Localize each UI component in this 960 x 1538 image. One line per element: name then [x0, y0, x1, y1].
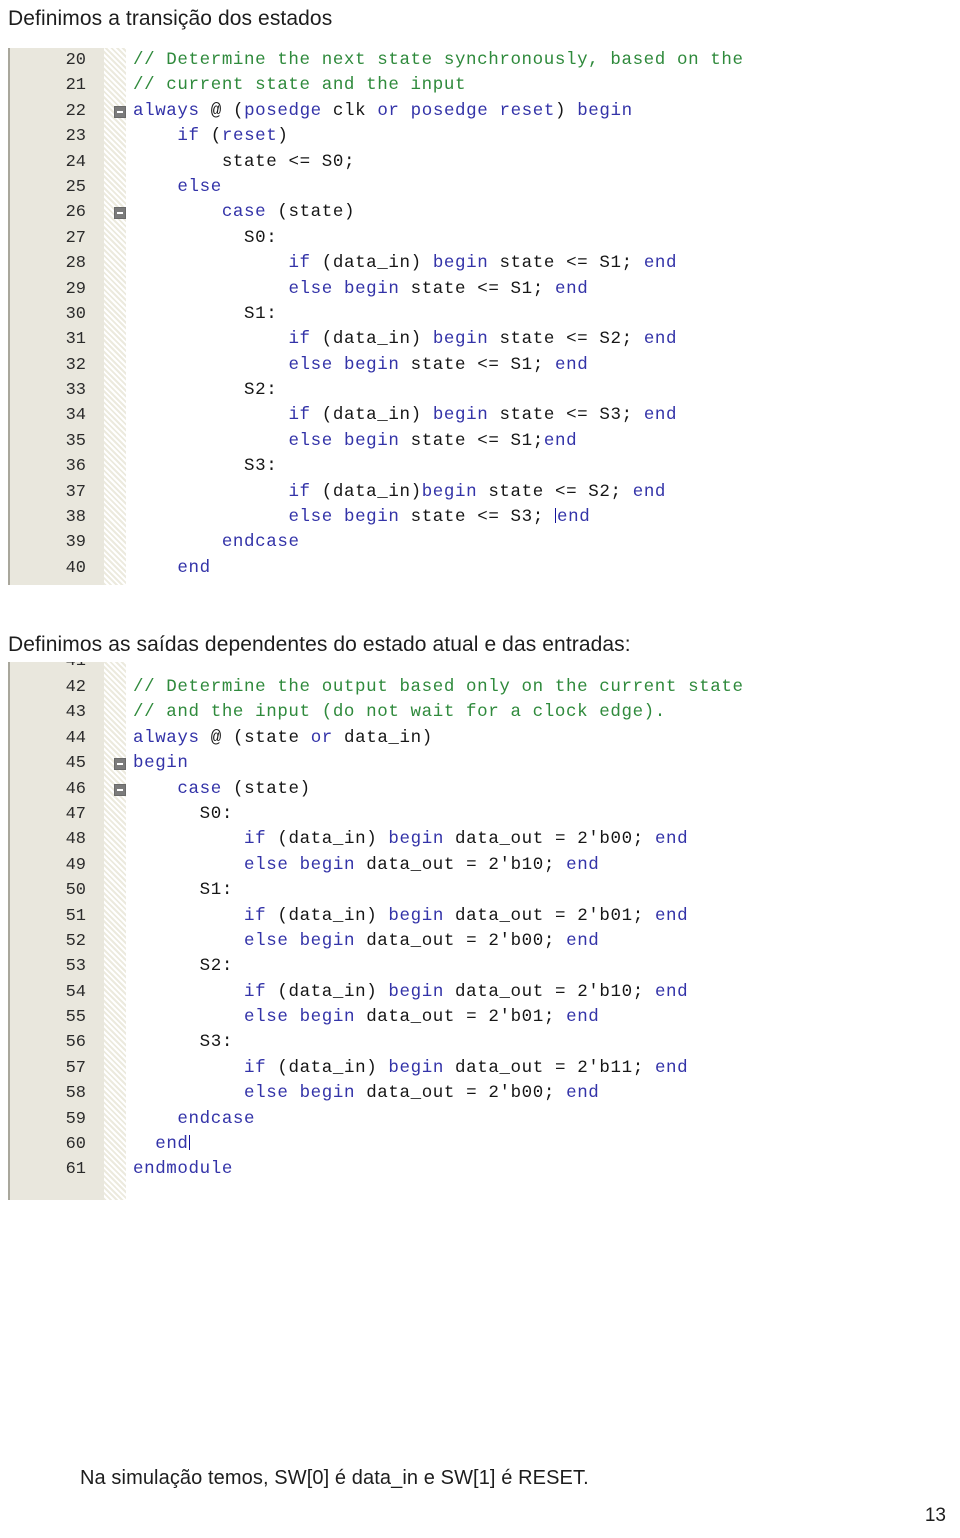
code-line: 29 else begin state <= S1; end [8, 277, 938, 302]
line-number: 23 [65, 127, 86, 147]
line-number: 28 [65, 254, 86, 274]
section-subtitle-outputs: Definimos as saídas dependentes do estad… [8, 633, 631, 656]
line-number: 49 [65, 855, 86, 875]
code-line: 30 S1: [8, 302, 938, 327]
code-screenshot-state-transition: 20// Determine the next state synchronou… [8, 48, 938, 585]
code-line: 58 else begin data_out = 2'b00; end [8, 1081, 938, 1106]
code-line: 52 else begin data_out = 2'b00; end [8, 929, 938, 954]
code-lines-container: 42// Determine the output based only on … [8, 675, 938, 1200]
code-line: 57 if (data_in) begin data_out = 2'b11; … [8, 1056, 938, 1081]
line-number: 35 [65, 431, 86, 451]
line-number: 26 [65, 203, 86, 223]
code-line: 25 else [8, 175, 938, 200]
line-number: 41 [8, 662, 86, 674]
code-fold-minus-icon[interactable] [114, 783, 126, 796]
code-line: 35 else begin state <= S1;end [8, 429, 938, 454]
line-number: 24 [65, 152, 86, 172]
code-line: 48 if (data_in) begin data_out = 2'b00; … [8, 827, 938, 852]
code-fold-minus-icon[interactable] [114, 105, 126, 118]
code-line: 46 case (state) [8, 777, 938, 802]
code-line: 21// current state and the input [8, 73, 938, 98]
code-line: 53 S2: [8, 954, 938, 979]
line-number: 27 [65, 228, 86, 248]
code-line: 23 if (reset) [8, 124, 938, 149]
code-screenshot-output-logic: 41 42// Determine the output based only … [8, 662, 938, 1200]
line-number: 37 [65, 482, 86, 502]
line-number: 57 [65, 1058, 86, 1078]
code-line: 56 S3: [8, 1030, 938, 1055]
code-line: 33 S2: [8, 378, 938, 403]
code-line: 42// Determine the output based only on … [8, 675, 938, 700]
line-number: 40 [65, 558, 86, 578]
line-number: 36 [65, 457, 86, 477]
line-number: 54 [65, 982, 86, 1002]
code-line: 36 S3: [8, 454, 938, 479]
line-number: 22 [65, 101, 86, 121]
line-number: 31 [65, 330, 86, 350]
line-number: 39 [65, 533, 86, 553]
line-number: 58 [65, 1084, 86, 1104]
code-line: 40 end [8, 556, 938, 581]
line-number: 59 [65, 1109, 86, 1129]
simulation-caption: Na simulação temos, SW[0] é data_in e SW… [80, 1467, 589, 1489]
clipped-line-41: 41 [8, 662, 938, 674]
page-title: Definimos a transição dos estados [8, 7, 333, 30]
line-number: 21 [65, 76, 86, 96]
code-line: 38 else begin state <= S3; end [8, 505, 938, 530]
page-number: 13 [924, 1505, 946, 1526]
code-line: 59 endcase [8, 1107, 938, 1132]
line-number: 25 [65, 177, 86, 197]
line-number: 55 [65, 1008, 86, 1028]
code-line: 27 S0: [8, 226, 938, 251]
line-number: 47 [65, 804, 86, 824]
code-line: 45 begin [8, 751, 938, 776]
code-line: 22 always @ (posedge clk or posedge reset… [8, 99, 938, 124]
line-number: 42 [65, 678, 86, 697]
line-number: 60 [65, 1135, 86, 1155]
line-number: 46 [65, 779, 86, 799]
code-lines-container: 20// Determine the next state synchronou… [8, 48, 938, 585]
line-number: 51 [65, 906, 86, 926]
code-line: 32 else begin state <= S1; end [8, 353, 938, 378]
line-number: 45 [65, 754, 86, 774]
line-number: 50 [65, 881, 86, 901]
line-number: 34 [65, 406, 86, 426]
code-fold-minus-icon[interactable] [114, 207, 126, 220]
code-line: 26 case (state) [8, 200, 938, 225]
code-line: 28 if (data_in) begin state <= S1; end [8, 251, 938, 276]
line-number: 43 [65, 703, 86, 723]
code-line: 51 if (data_in) begin data_out = 2'b01; … [8, 904, 938, 929]
code-line: 31 if (data_in) begin state <= S2; end [8, 327, 938, 352]
code-line: 34 if (data_in) begin state <= S3; end [8, 403, 938, 428]
code-line: 61 endmodule [8, 1157, 938, 1182]
line-number: 29 [65, 279, 86, 299]
code-line: 44 always @ (state or data_in) [8, 726, 938, 751]
code-fold-minus-icon[interactable] [114, 758, 126, 771]
line-number: 20 [65, 51, 86, 70]
line-number: 53 [65, 957, 86, 977]
code-line: 24 state <= S0; [8, 150, 938, 175]
line-number: 32 [65, 355, 86, 375]
line-number: 61 [65, 1160, 86, 1180]
line-number: 56 [65, 1033, 86, 1053]
code-line: 39 endcase [8, 530, 938, 555]
line-number: 48 [65, 830, 86, 850]
code-line: 54 if (data_in) begin data_out = 2'b10; … [8, 980, 938, 1005]
code-line: 50 S1: [8, 878, 938, 903]
code-line: 43// and the input (do not wait for a cl… [8, 700, 938, 725]
code-line: 60 end [8, 1132, 938, 1157]
line-number: 33 [65, 381, 86, 401]
code-line: 37 if (data_in)begin state <= S2; end [8, 480, 938, 505]
code-line: 49 else begin data_out = 2'b10; end [8, 853, 938, 878]
line-number: 38 [65, 508, 86, 528]
text-cursor [189, 1135, 191, 1151]
code-line: 55 else begin data_out = 2'b01; end [8, 1005, 938, 1030]
line-number: 30 [65, 304, 86, 324]
code-line: 20// Determine the next state synchronou… [8, 48, 938, 73]
line-number: 52 [65, 931, 86, 951]
line-number: 44 [65, 728, 86, 748]
code-line: 47 S0: [8, 802, 938, 827]
